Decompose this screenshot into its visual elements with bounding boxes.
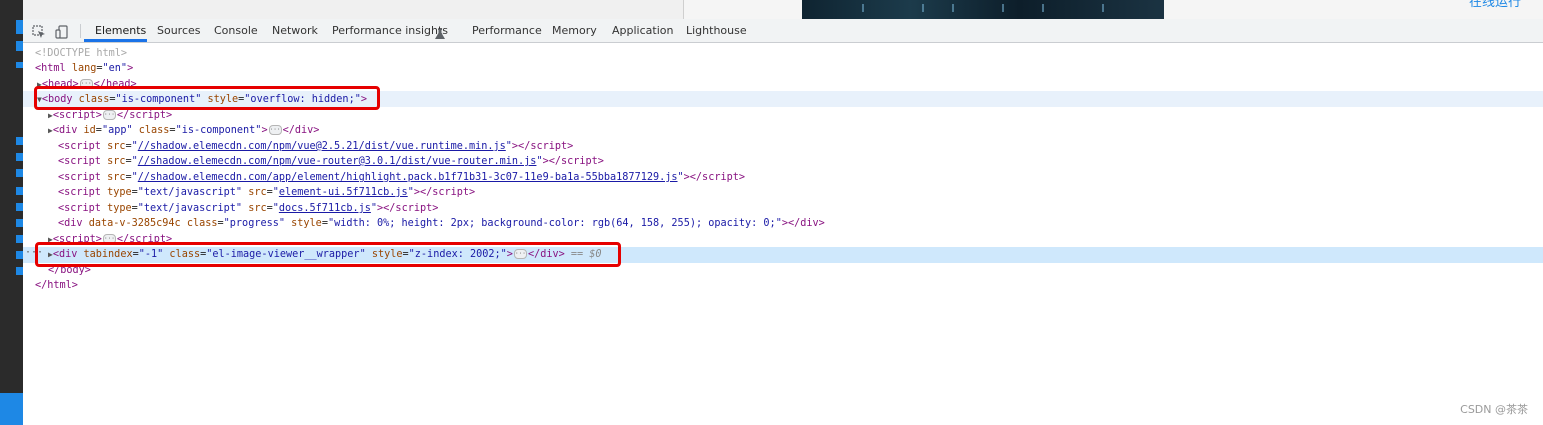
host-marker bbox=[16, 251, 23, 259]
dom-node-script-vue[interactable]: <script src="//shadow.elemecdn.com/npm/v… bbox=[58, 139, 573, 154]
tab-sources[interactable]: Sources bbox=[157, 19, 201, 42]
host-marker bbox=[16, 62, 23, 68]
dom-node-script-docs[interactable]: <script type="text/javascript" src="docs… bbox=[58, 201, 438, 216]
annotation-box-image-viewer bbox=[35, 242, 621, 267]
dom-node-html[interactable]: <html lang="en"> bbox=[35, 61, 133, 76]
host-page-top: 在线运行 bbox=[23, 0, 1543, 19]
dom-node-div-progress[interactable]: <div data-v-3285c94c class="progress" st… bbox=[58, 216, 825, 231]
host-marker bbox=[16, 153, 23, 161]
tab-lighthouse[interactable]: Lighthouse bbox=[686, 19, 747, 42]
script-src-link[interactable]: element-ui.5f711cb.js bbox=[279, 187, 408, 198]
dom-node-script-element-ui[interactable]: <script type="text/javascript" src="elem… bbox=[58, 185, 475, 200]
host-grey-area bbox=[23, 0, 683, 19]
experiment-flask-icon bbox=[435, 25, 445, 39]
dom-node-doctype[interactable]: <!DOCTYPE html> bbox=[35, 46, 127, 61]
dom-node-script[interactable]: ▶<script> ··· </script> bbox=[48, 108, 172, 123]
script-src-link[interactable]: //shadow.elemecdn.com/npm/vue-router@3.0… bbox=[138, 156, 537, 167]
host-divider bbox=[683, 0, 684, 19]
tab-application[interactable]: Application bbox=[612, 19, 673, 42]
host-page-left-strip bbox=[0, 0, 23, 425]
collapsed-ellipsis-icon[interactable]: ··· bbox=[102, 110, 116, 120]
inspect-element-icon[interactable] bbox=[32, 24, 46, 38]
host-marker bbox=[16, 137, 23, 145]
tab-memory[interactable]: Memory bbox=[552, 19, 597, 42]
tab-network[interactable]: Network bbox=[272, 19, 318, 42]
tab-performance-insights[interactable]: Performance insights bbox=[332, 19, 448, 42]
script-src-link[interactable]: //shadow.elemecdn.com/app/element/highli… bbox=[138, 172, 678, 183]
active-tab-indicator bbox=[84, 39, 147, 42]
dom-node-script-router[interactable]: <script src="//shadow.elemecdn.com/npm/v… bbox=[58, 154, 604, 169]
collapsed-ellipsis-icon[interactable]: ··· bbox=[268, 125, 282, 135]
tab-console[interactable]: Console bbox=[214, 19, 258, 42]
device-toolbar-icon[interactable] bbox=[55, 24, 69, 39]
host-marker bbox=[16, 219, 23, 227]
tab-performance[interactable]: Performance bbox=[472, 19, 542, 42]
devtools-toolbar: Elements Sources Console Network Perform… bbox=[23, 19, 1543, 43]
dom-node-div-app[interactable]: ▶<div id="app" class="is-component"> ··· <… bbox=[48, 123, 319, 138]
host-marker bbox=[16, 203, 23, 211]
host-marker bbox=[16, 235, 23, 243]
toolbar-separator bbox=[80, 24, 81, 38]
dom-node-html-close[interactable]: </html> bbox=[35, 278, 78, 293]
host-run-link[interactable]: 在线运行 bbox=[1469, 0, 1521, 10]
watermark: CSDN @茶茶 bbox=[1460, 403, 1528, 416]
host-marker bbox=[16, 267, 23, 275]
annotation-box-body bbox=[34, 86, 380, 110]
dom-node-script-highlight[interactable]: <script src="//shadow.elemecdn.com/app/e… bbox=[58, 170, 745, 185]
script-src-link[interactable]: //shadow.elemecdn.com/npm/vue@2.5.21/dis… bbox=[138, 141, 506, 152]
host-image-preview bbox=[802, 0, 1164, 19]
host-bottom-block bbox=[0, 393, 23, 425]
host-marker bbox=[16, 20, 23, 34]
elements-dom-tree: <!DOCTYPE html> <html lang="en"> ▶<head>… bbox=[23, 44, 1543, 425]
script-src-link[interactable]: docs.5f711cb.js bbox=[279, 203, 371, 214]
host-marker bbox=[16, 169, 23, 177]
host-marker bbox=[16, 41, 23, 51]
host-marker bbox=[16, 187, 23, 195]
